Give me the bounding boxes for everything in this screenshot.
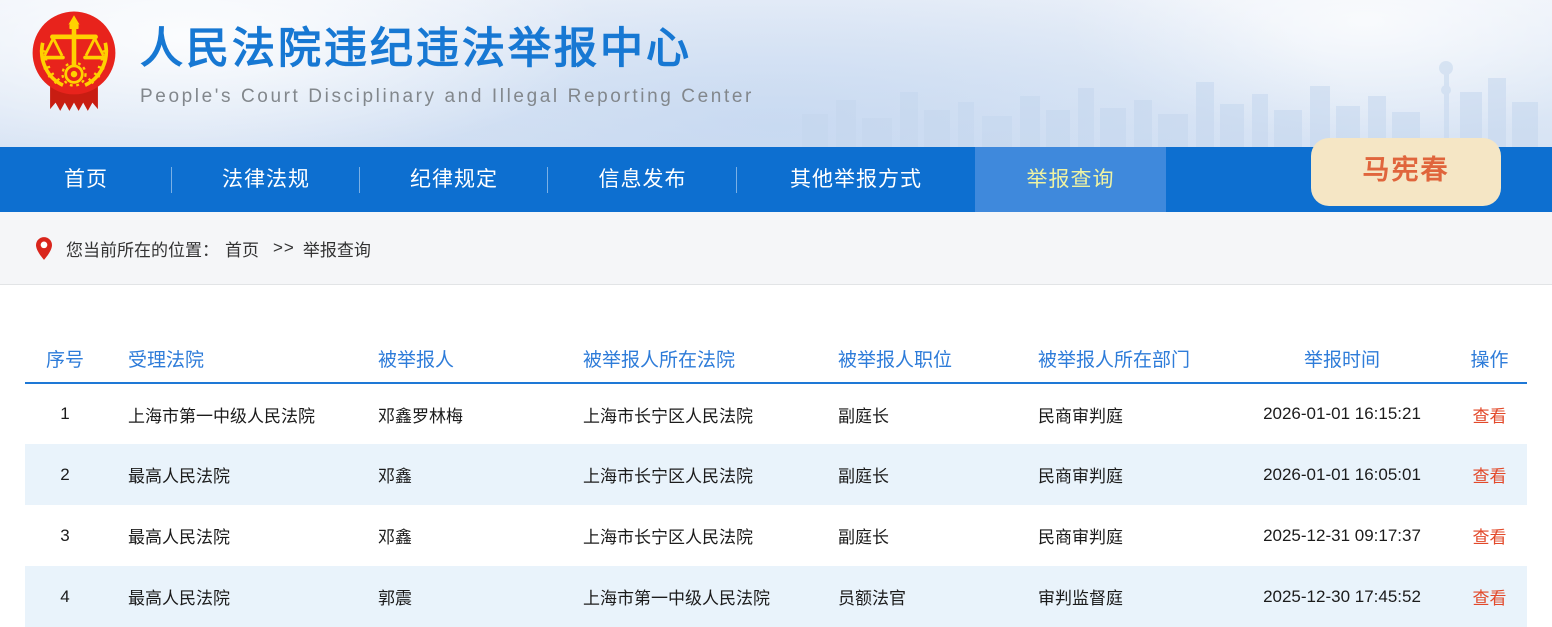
site-title: 人民法院违纪违法举报中心 [140, 22, 754, 78]
location-pin-icon [36, 237, 52, 260]
view-link[interactable]: 查看 [1473, 467, 1507, 486]
col-header-index: 序号 [25, 335, 105, 383]
table-header: 序号 受理法院 被举报人 被举报人所在法院 被举报人职位 被举报人所在部门 举报… [25, 335, 1527, 383]
report-time-cell: 2025-12-31 09:17:37 [1232, 505, 1452, 566]
col-header-report-time: 举报时间 [1232, 335, 1452, 383]
position-cell: 副庭长 [815, 444, 1015, 505]
report-time-cell: 2025-12-30 17:45:52 [1232, 566, 1452, 627]
view-link[interactable]: 查看 [1473, 589, 1507, 608]
col-header-action: 操作 [1452, 335, 1527, 383]
col-header-position: 被举报人职位 [815, 335, 1015, 383]
row-index: 1 [25, 383, 105, 444]
breadcrumb-prefix: 您当前所在的位置： [66, 236, 219, 261]
page: 人民法院违纪违法举报中心 People's Court Disciplinary… [0, 0, 1552, 627]
report-time-cell: 2026-01-01 16:15:21 [1232, 383, 1452, 444]
position-cell: 副庭长 [815, 505, 1015, 566]
city-skyline-graphic [792, 52, 1552, 147]
person-court-cell: 上海市长宁区人民法院 [560, 444, 815, 505]
row-index: 2 [25, 444, 105, 505]
breadcrumb-separator: >> [273, 238, 295, 258]
department-cell: 审判监督庭 [1015, 566, 1232, 627]
reported-person-cell: 邓鑫 [355, 505, 560, 566]
table-row: 3 最高人民法院 邓鑫 上海市长宁区人民法院 副庭长 民商审判庭 2025-12… [25, 505, 1527, 566]
nav-item-laws-regulations[interactable]: 法律法规 [172, 147, 360, 212]
row-index: 3 [25, 505, 105, 566]
table-body: 1 上海市第一中级人民法院 邓鑫罗林梅 上海市长宁区人民法院 副庭长 民商审判庭… [25, 383, 1527, 627]
nav-item-home[interactable]: 首页 [0, 147, 172, 212]
nav-item-info-release[interactable]: 信息发布 [548, 147, 737, 212]
accepting-court-cell: 最高人民法院 [105, 444, 355, 505]
person-court-cell: 上海市第一中级人民法院 [560, 566, 815, 627]
department-cell: 民商审判庭 [1015, 383, 1232, 444]
accepting-court-cell: 最高人民法院 [105, 505, 355, 566]
court-emblem-icon [28, 8, 120, 120]
department-cell: 民商审判庭 [1015, 505, 1232, 566]
accepting-court-cell: 最高人民法院 [105, 566, 355, 627]
main-content: 序号 受理法院 被举报人 被举报人所在法院 被举报人职位 被举报人所在部门 举报… [0, 335, 1552, 627]
breadcrumb-home-link[interactable]: 首页 [225, 236, 259, 261]
view-link[interactable]: 查看 [1473, 407, 1507, 426]
person-court-cell: 上海市长宁区人民法院 [560, 383, 815, 444]
breadcrumb: 您当前所在的位置： 首页 >> 举报查询 [0, 212, 1552, 285]
person-court-cell: 上海市长宁区人民法院 [560, 505, 815, 566]
nav-item-discipline-rules[interactable]: 纪律规定 [360, 147, 548, 212]
reported-person-cell: 郭震 [355, 566, 560, 627]
table-row: 2 最高人民法院 邓鑫 上海市长宁区人民法院 副庭长 民商审判庭 2026-01… [25, 444, 1527, 505]
site-subtitle: People's Court Disciplinary and Illegal … [140, 86, 754, 108]
breadcrumb-current: 举报查询 [303, 236, 371, 261]
department-cell: 民商审判庭 [1015, 444, 1232, 505]
nav-item-report-query[interactable]: 举报查询 [975, 147, 1166, 212]
accepting-court-cell: 上海市第一中级人民法院 [105, 383, 355, 444]
view-link[interactable]: 查看 [1473, 528, 1507, 547]
col-header-reported-person: 被举报人 [355, 335, 560, 383]
user-name-badge[interactable]: 马宪春 [1311, 138, 1501, 206]
position-cell: 员额法官 [815, 566, 1015, 627]
table-row: 1 上海市第一中级人民法院 邓鑫罗林梅 上海市长宁区人民法院 副庭长 民商审判庭… [25, 383, 1527, 444]
col-header-department: 被举报人所在部门 [1015, 335, 1232, 383]
reported-person-cell: 邓鑫 [355, 444, 560, 505]
reported-person-cell: 邓鑫罗林梅 [355, 383, 560, 444]
row-index: 4 [25, 566, 105, 627]
nav-item-other-report-methods[interactable]: 其他举报方式 [737, 147, 975, 212]
col-header-accepting-court: 受理法院 [105, 335, 355, 383]
title-block: 人民法院违纪违法举报中心 People's Court Disciplinary… [140, 22, 754, 108]
position-cell: 副庭长 [815, 383, 1015, 444]
table-row: 4 最高人民法院 郭震 上海市第一中级人民法院 员额法官 审判监督庭 2025-… [25, 566, 1527, 627]
report-time-cell: 2026-01-01 16:05:01 [1232, 444, 1452, 505]
col-header-person-court: 被举报人所在法院 [560, 335, 815, 383]
site-header: 人民法院违纪违法举报中心 People's Court Disciplinary… [0, 0, 1552, 147]
report-table: 序号 受理法院 被举报人 被举报人所在法院 被举报人职位 被举报人所在部门 举报… [25, 335, 1527, 627]
